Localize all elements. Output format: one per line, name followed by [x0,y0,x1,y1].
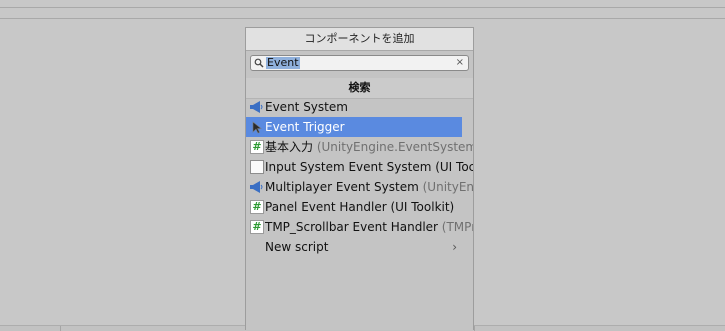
item-label: Input System Event System (UI Toc [265,160,473,174]
panel-divider [474,326,475,331]
section-header: 検索 [246,78,473,99]
script-hash-icon: # [250,140,264,154]
item-label: New script [265,240,329,254]
list-item[interactable]: # TMP_Scrollbar Event Handler (TMPro [246,217,473,237]
item-label: TMP_Scrollbar Event Handler (TMPro [265,220,473,234]
toolbar-divider [0,7,725,8]
list-item[interactable]: Multiplayer Event System (UnityEngin [246,177,473,197]
item-label: Panel Event Handler (UI Toolkit) [265,200,455,214]
list-item[interactable]: # Panel Event Handler (UI Toolkit) [246,197,473,217]
item-label: 基本入力 (UnityEngine.EventSystems) [265,140,473,154]
list-item[interactable]: Input System Event System (UI Toc [246,157,473,177]
add-component-dropdown: コンポーネントを追加 Event × 検索 Event System Event… [245,27,474,330]
item-label: Event Trigger [265,120,345,134]
item-label: Multiplayer Event System (UnityEngin [265,180,473,194]
search-icon [254,58,264,68]
list-item[interactable]: Event System [246,97,473,117]
search-field[interactable]: Event × [250,55,469,71]
megaphone-icon [250,101,263,113]
list-item[interactable]: # 基本入力 (UnityEngine.EventSystems) [246,137,473,157]
item-label: Event System [265,100,348,114]
clear-search-icon[interactable]: × [456,56,464,70]
list-item-selected[interactable]: Event Trigger [246,117,462,137]
document-icon [250,160,264,174]
dialog-title: コンポーネントを追加 [246,28,473,51]
panel-divider [60,326,61,331]
script-hash-icon: # [250,220,264,234]
script-hash-icon: # [250,200,264,214]
cursor-icon [252,121,262,134]
chevron-right-icon: › [452,240,457,254]
search-input-value[interactable]: Event [266,57,300,69]
toolbar-divider [0,18,725,19]
new-script-item[interactable]: New script › [246,237,473,257]
megaphone-icon [250,181,263,193]
